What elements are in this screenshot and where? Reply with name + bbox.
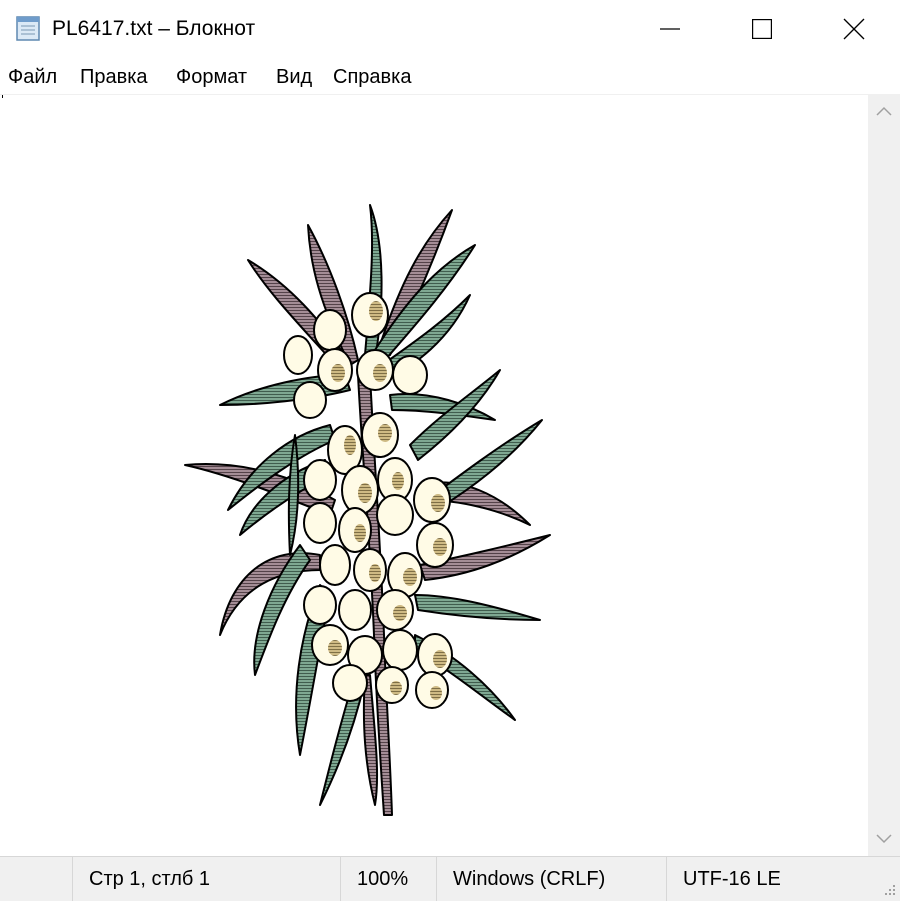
scroll-up-button[interactable] [868, 94, 900, 128]
menu-file[interactable]: Файл [8, 64, 57, 90]
notepad-icon [16, 16, 40, 41]
scroll-down-button[interactable] [868, 822, 900, 856]
status-zoom: 100% [340, 857, 436, 901]
chevron-up-icon [876, 106, 892, 116]
title-bar[interactable]: PL6417.txt – Блокнот [0, 0, 900, 58]
resize-grip-icon[interactable] [882, 883, 896, 897]
menu-bar: Файл Правка Формат Вид Справка [0, 58, 900, 94]
sea-buckthorn-illustration [184, 204, 551, 816]
menu-format[interactable]: Формат [176, 64, 247, 90]
status-line-endings: Windows (CRLF) [436, 857, 666, 901]
status-encoding: UTF-16 LE [666, 857, 866, 901]
maximize-button[interactable] [716, 0, 808, 58]
window-title: PL6417.txt – Блокнот [52, 17, 256, 40]
status-bar: Стр 1, стлб 1 100% Windows (CRLF) UTF-16… [0, 856, 900, 901]
menu-edit[interactable]: Правка [80, 64, 148, 90]
text-caret [2, 95, 3, 98]
minimize-icon [660, 28, 680, 30]
close-icon [843, 18, 865, 40]
maximize-icon [752, 19, 772, 39]
vertical-scrollbar[interactable] [868, 94, 900, 856]
status-cursor-position: Стр 1, стлб 1 [72, 857, 340, 901]
menu-view[interactable]: Вид [276, 64, 312, 90]
close-button[interactable] [808, 0, 900, 58]
menu-help[interactable]: Справка [333, 64, 411, 90]
minimize-button[interactable] [624, 0, 716, 58]
text-editor-area[interactable] [0, 94, 868, 857]
chevron-down-icon [876, 834, 892, 844]
